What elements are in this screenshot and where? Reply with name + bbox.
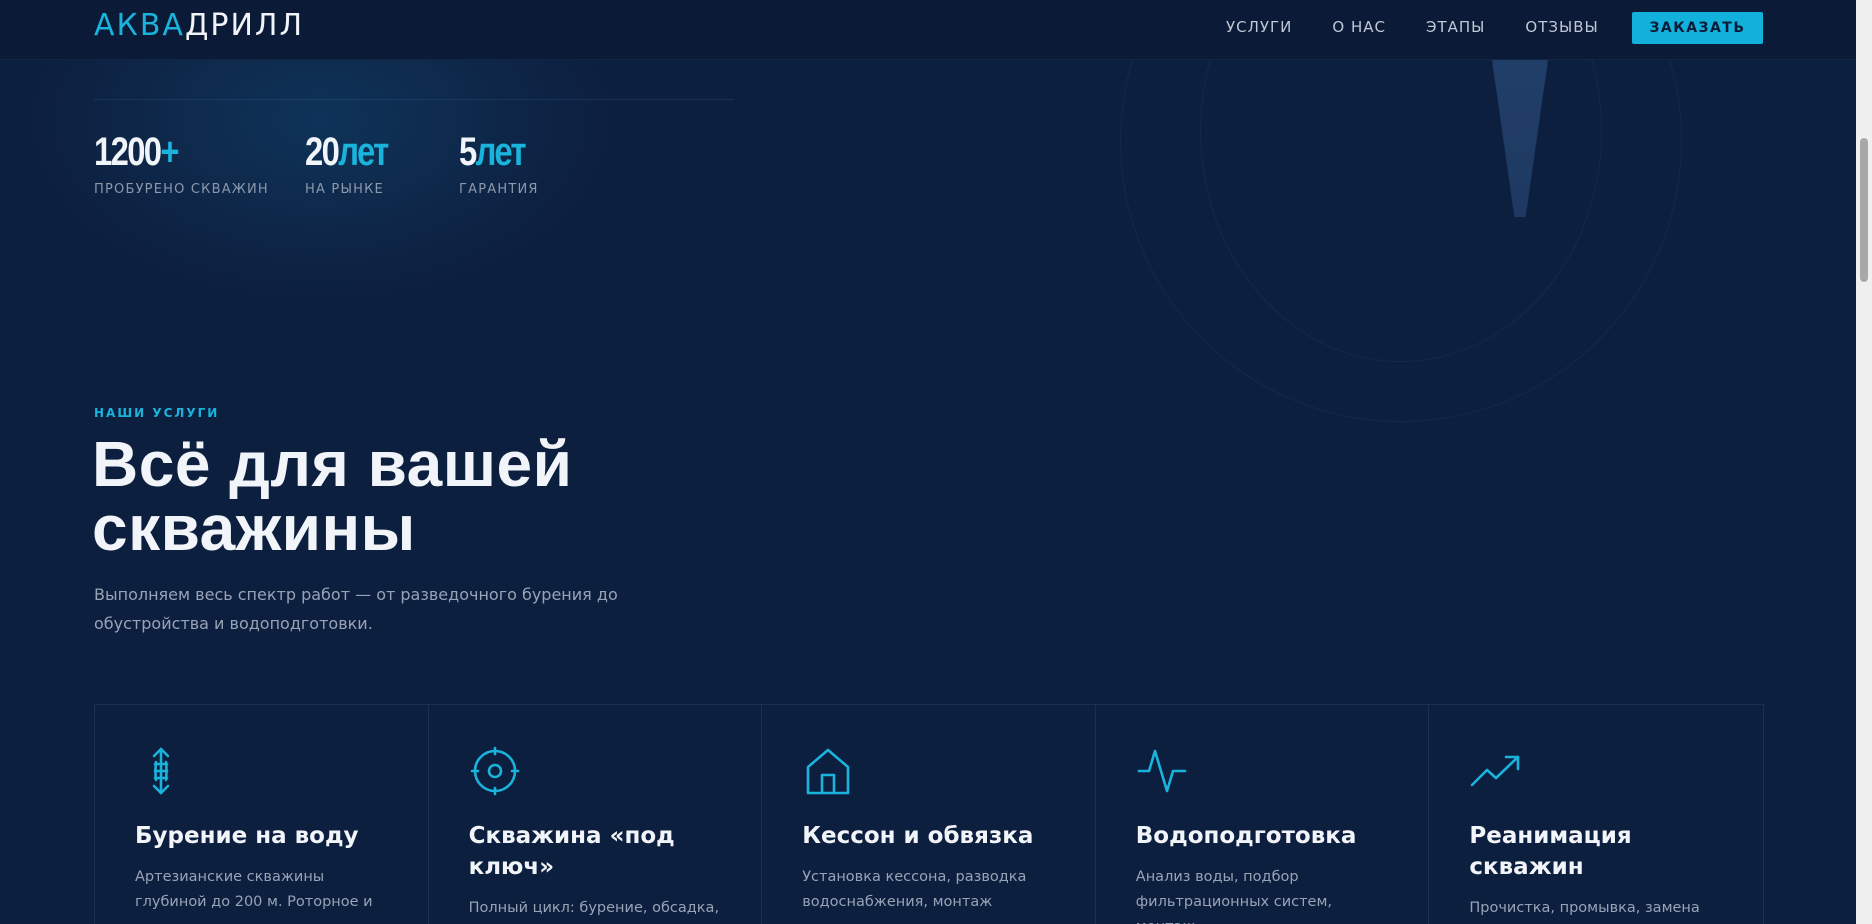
nav-link-stages[interactable]: ЭТАПЫ (1426, 18, 1485, 36)
service-title: Реанимация скважин (1469, 823, 1632, 880)
page-scrollbar[interactable] (1856, 0, 1872, 924)
service-title: Бурение на воду (135, 823, 359, 849)
divider (94, 99, 734, 100)
service-description: Анализ воды, подбор фильтрационных систе… (1135, 869, 1332, 924)
service-card-caisson[interactable]: Кессон и обвязка Установка кессона, разв… (762, 705, 1096, 924)
service-description: Установка кессона, разводка водоснабжени… (802, 869, 1027, 910)
stat-label: ПРОБУРЕНО СКВАЖИН (94, 182, 269, 197)
service-card-turnkey[interactable]: Скважина «под ключ» Полный цикл: бурение… (429, 705, 763, 924)
main-nav: УСЛУГИ О НАС ЭТАПЫ ОТЗЫВЫ (1226, 18, 1639, 36)
nav-link-reviews[interactable]: ОТЗЫВЫ (1525, 18, 1598, 36)
service-title: Водоподготовка (1135, 823, 1357, 849)
service-description: Полный цикл: бурение, обсадка, (468, 900, 720, 916)
services-grid: Бурение на воду Артезианские скважины гл… (94, 704, 1764, 924)
service-title: Скважина «под ключ» (468, 823, 675, 880)
section-title: Всё для вашей скважины (92, 428, 573, 564)
stat-accent: лет (475, 130, 527, 174)
pulse-icon (1137, 749, 1187, 793)
section-eyebrow: НАШИ УСЛУГИ (94, 406, 220, 420)
stat-wells: 1200+ ПРОБУРЕНО СКВАЖИН (94, 128, 269, 197)
stat-label: ГАРАНТИЯ (459, 182, 539, 197)
service-card-drilling[interactable]: Бурение на воду Артезианские скважины гл… (95, 705, 429, 924)
stat-years: 20лет НА РЫНКЕ (305, 128, 406, 197)
stat-accent: + (160, 130, 179, 174)
house-icon (806, 748, 850, 795)
nav-link-about[interactable]: О НАС (1332, 18, 1386, 36)
vertical-arrows-icon (152, 747, 170, 795)
stat-value: 1200 (94, 130, 162, 174)
stat-accent: лет (338, 130, 389, 174)
stat-value: 20 (305, 130, 340, 174)
stat-value: 5 (459, 130, 477, 174)
page: АКВАДРИЛЛ УСЛУГИ О НАС ЭТАПЫ ОТЗЫВЫ ЗАКА… (0, 0, 1856, 924)
scrollbar-thumb[interactable] (1860, 138, 1868, 282)
service-description: Артезианские скважины глубиной до 200 м.… (135, 869, 373, 910)
section-lead: Выполняем весь спектр работ — от разведо… (94, 585, 618, 633)
order-button[interactable]: ЗАКАЗАТЬ (1632, 12, 1763, 44)
stat-warranty: 5лет ГАРАНТИЯ (459, 128, 539, 197)
nav-link-services[interactable]: УСЛУГИ (1226, 18, 1292, 36)
logo[interactable]: АКВАДРИЛЛ (94, 8, 304, 43)
site-header: АКВАДРИЛЛ УСЛУГИ О НАС ЭТАПЫ ОТЗЫВЫ ЗАКА… (0, 0, 1856, 60)
trending-up-icon (1471, 755, 1520, 787)
target-icon (470, 746, 519, 796)
service-title: Кессон и обвязка (802, 823, 1034, 849)
service-card-restoration[interactable]: Реанимация скважин Прочистка, промывка, … (1429, 705, 1763, 924)
service-card-water-treatment[interactable]: Водоподготовка Анализ воды, подбор фильт… (1096, 705, 1430, 924)
service-description: Прочистка, промывка, замена (1469, 900, 1700, 916)
stat-label: НА РЫНКЕ (305, 182, 384, 197)
